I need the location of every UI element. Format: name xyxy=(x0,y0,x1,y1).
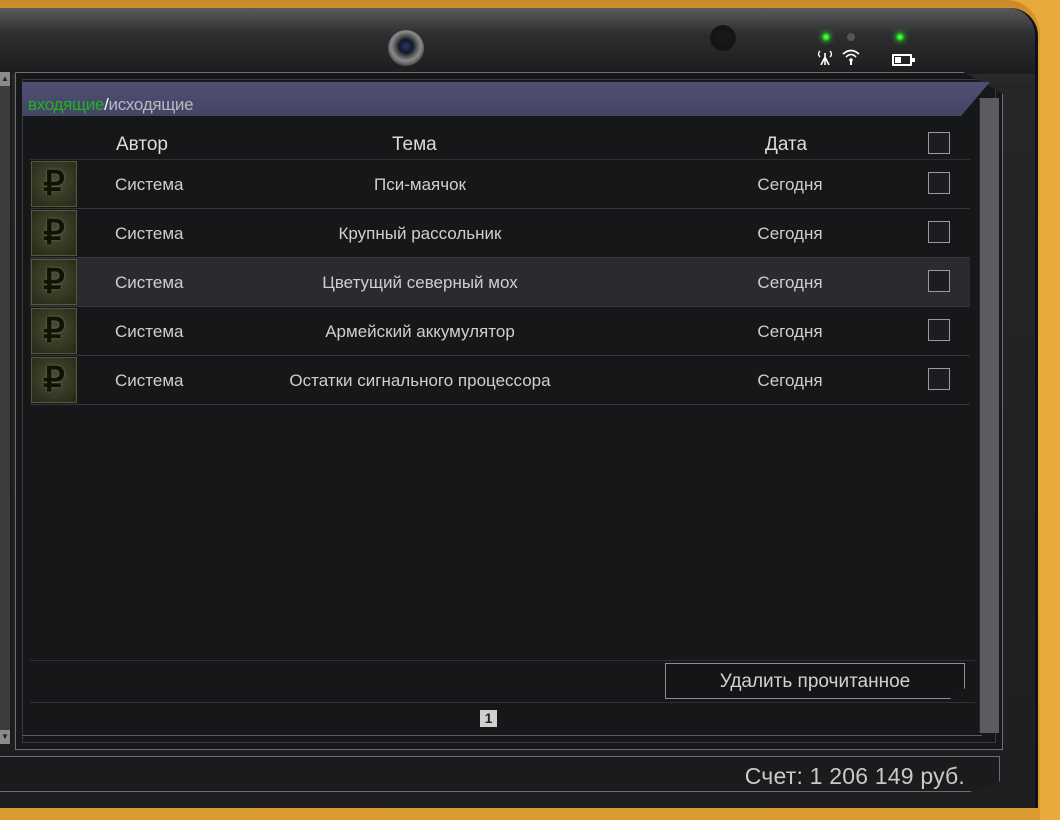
row-topic: Цветущий северный мох xyxy=(322,273,518,292)
ruble-icon: ₽ xyxy=(31,210,77,256)
battery-icon xyxy=(892,54,915,66)
row-topic: Крупный рассольник xyxy=(338,224,502,243)
page-1-button[interactable]: 1 xyxy=(480,710,497,727)
ruble-icon: ₽ xyxy=(31,357,77,403)
row-checkbox[interactable] xyxy=(928,221,950,243)
row-topic: Пси-маячок xyxy=(374,175,466,194)
delete-read-button[interactable]: Удалить прочитанное xyxy=(665,663,965,699)
table-row[interactable]: ₽ Система Армейский аккумулятор Сегодня xyxy=(30,307,970,356)
column-author: Автор xyxy=(116,134,168,155)
row-topic: Армейский аккумулятор xyxy=(325,322,515,341)
battery-led xyxy=(896,33,904,41)
wifi-led xyxy=(847,33,855,41)
scroll-up-icon[interactable]: ▲ xyxy=(0,72,10,86)
select-all-checkbox[interactable] xyxy=(928,132,950,154)
ruble-icon: ₽ xyxy=(31,161,77,207)
scroll-down-icon[interactable]: ▼ xyxy=(0,730,10,744)
ruble-icon: ₽ xyxy=(31,259,77,305)
sensor-icon xyxy=(710,25,736,51)
mail-tabs: входящие/исходящие xyxy=(28,95,194,115)
column-date: Дата xyxy=(765,134,808,155)
device-top-bar xyxy=(0,8,1035,74)
row-date: Сегодня xyxy=(757,273,823,292)
pager-divider xyxy=(30,702,975,703)
signal-led xyxy=(822,33,830,41)
table-row[interactable]: ₽ Система Остатки сигнального процессора… xyxy=(30,356,970,405)
tab-outgoing[interactable]: исходящие xyxy=(109,95,194,114)
panel-bottom-line xyxy=(22,735,982,736)
antenna-icon xyxy=(816,49,834,67)
table-row[interactable]: ₽ Система Пси-маячок Сегодня xyxy=(30,160,970,209)
row-date: Сегодня xyxy=(757,322,823,341)
messages-table: Автор Тема Дата ₽ Система Пси-маячок Сег… xyxy=(30,124,970,405)
table-header: Автор Тема Дата xyxy=(30,124,970,160)
row-date: Сегодня xyxy=(757,175,823,194)
row-checkbox[interactable] xyxy=(928,172,950,194)
camera-lens-icon xyxy=(388,30,424,66)
table-row[interactable]: ₽ Система Цветущий северный мох Сегодня xyxy=(30,258,970,307)
row-date: Сегодня xyxy=(757,224,823,243)
row-checkbox[interactable] xyxy=(928,319,950,341)
table-row[interactable]: ₽ Система Крупный рассольник Сегодня xyxy=(30,209,970,258)
row-checkbox[interactable] xyxy=(928,368,950,390)
ruble-icon: ₽ xyxy=(31,308,77,354)
row-checkbox[interactable] xyxy=(928,270,950,292)
footer-divider xyxy=(30,660,975,661)
account-balance: Счет: 1 206 149 руб. xyxy=(744,763,965,789)
tab-incoming[interactable]: входящие xyxy=(28,95,104,114)
row-topic: Остатки сигнального процессора xyxy=(289,371,551,390)
row-date: Сегодня xyxy=(757,371,823,390)
column-topic: Тема xyxy=(392,134,437,155)
message-list-scrollbar[interactable] xyxy=(979,98,999,733)
wifi-icon xyxy=(841,47,861,67)
left-scrollbar[interactable]: ▲ ▼ xyxy=(0,72,12,744)
